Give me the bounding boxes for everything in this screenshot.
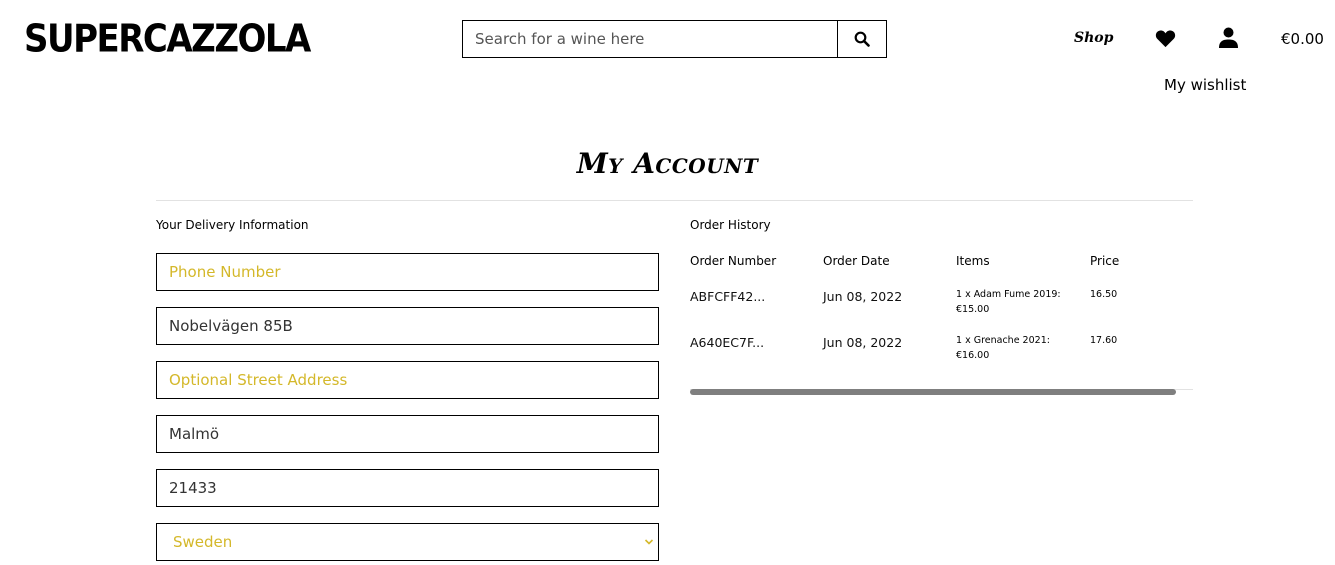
phone-number-field[interactable]: Phone Number xyxy=(156,253,659,291)
order-items: 1 x Grenache 2021: €16.00 xyxy=(956,333,1066,363)
column-header-order-number: Order Number xyxy=(690,254,777,268)
cart-total[interactable]: €0.00 xyxy=(1281,30,1324,48)
search-button[interactable] xyxy=(837,21,886,57)
order-total-price: 17.60 xyxy=(1090,335,1118,346)
site-logo[interactable]: SUPERCAZZOLA xyxy=(24,17,311,62)
order-item-name: 1 x Adam Fume 2019: xyxy=(956,289,1061,300)
search-icon xyxy=(854,31,870,47)
order-item-name: 1 x Grenache 2021: xyxy=(956,335,1050,346)
nav-shop-link[interactable]: Shop xyxy=(1074,30,1113,46)
column-header-order-date: Order Date xyxy=(823,254,890,268)
order-number-link[interactable]: A640EC7F... xyxy=(690,335,764,350)
town-city-field[interactable]: Malmö xyxy=(156,415,659,453)
order-total-price: 16.50 xyxy=(1090,289,1118,300)
order-date: Jun 08, 2022 xyxy=(823,335,903,350)
wishlist-button[interactable] xyxy=(1155,29,1176,52)
search-bar xyxy=(462,20,887,58)
page-title: My Account xyxy=(576,147,759,180)
horizontal-scrollbar[interactable] xyxy=(690,389,1176,395)
street-address-2-field[interactable]: Optional Street Address xyxy=(156,361,659,399)
column-header-items: Items xyxy=(956,254,990,268)
heart-icon xyxy=(1155,30,1176,48)
delivery-section-label: Your Delivery Information xyxy=(156,218,309,232)
postcode-field[interactable]: 21433 xyxy=(156,469,659,507)
order-item-price: €16.00 xyxy=(956,350,990,361)
order-number-link[interactable]: ABFCFF42... xyxy=(690,289,765,304)
title-divider xyxy=(156,200,1193,201)
column-header-price: Price xyxy=(1090,254,1120,268)
order-date: Jun 08, 2022 xyxy=(823,289,903,304)
street-address-1-field[interactable]: Nobelvägen 85B xyxy=(156,307,659,345)
order-items: 1 x Adam Fume 2019: €15.00 xyxy=(956,287,1066,317)
order-item-price: €15.00 xyxy=(956,304,990,315)
country-select[interactable]: Sweden xyxy=(156,523,659,561)
account-button[interactable] xyxy=(1219,27,1238,52)
search-input[interactable] xyxy=(463,21,837,57)
country-select-value: Sweden xyxy=(173,533,233,551)
order-history-label: Order History xyxy=(690,218,771,232)
chevron-down-icon xyxy=(644,539,654,545)
user-icon xyxy=(1219,27,1238,48)
wishlist-label[interactable]: My wishlist xyxy=(1164,76,1246,94)
